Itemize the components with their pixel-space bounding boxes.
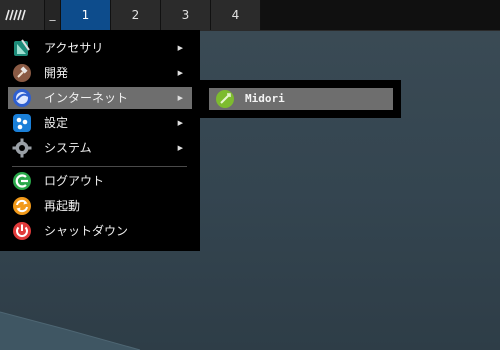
development-icon: [13, 64, 31, 82]
logout-icon: [13, 172, 31, 190]
application-menu: アクセサリ ▶ 開発 ▶ インターネット ▶ 設定 ▶ システム ▶ ログアウト…: [0, 30, 200, 251]
shutdown-icon: [13, 222, 31, 240]
submenu-arrow-icon: ▶: [177, 119, 183, 127]
submenu-item-label: Midori: [245, 92, 285, 105]
accessories-icon: [14, 39, 30, 56]
menu-item-label: システム: [44, 141, 92, 155]
midori-browser-icon: [216, 90, 234, 108]
menu-item-settings[interactable]: 設定 ▶: [8, 112, 192, 134]
menu-item-label: インターネット: [44, 91, 129, 105]
menu-item-label: アクセサリ: [44, 41, 104, 55]
internet-icon: [13, 89, 31, 107]
menu-item-accessories[interactable]: アクセサリ ▶: [8, 37, 192, 59]
menu-item-label: 再起動: [44, 199, 81, 213]
menu-item-logout[interactable]: ログアウト: [8, 170, 192, 192]
menu-item-label: 開発: [44, 66, 69, 80]
submenu-item-midori[interactable]: Midori: [209, 88, 393, 110]
menu-item-label: シャットダウン: [44, 224, 129, 238]
system-icon: [12, 138, 32, 158]
menu-item-shutdown[interactable]: シャットダウン: [8, 220, 192, 242]
menu-item-development[interactable]: 開発 ▶: [8, 62, 192, 84]
menu-item-label: 設定: [44, 116, 69, 130]
submenu-arrow-icon: ▶: [177, 44, 183, 52]
menu-item-label: ログアウト: [44, 174, 105, 188]
menu-item-system[interactable]: システム ▶: [8, 137, 192, 159]
workspace-2-button[interactable]: 2: [111, 0, 161, 30]
launcher-icon: [5, 9, 26, 21]
show-desktop-button[interactable]: _: [45, 0, 60, 30]
settings-icon: [13, 114, 31, 132]
menu-item-reboot[interactable]: 再起動: [8, 195, 192, 217]
menu-separator: [12, 166, 187, 167]
internet-submenu: Midori: [200, 80, 401, 118]
submenu-arrow-icon: ▶: [177, 144, 183, 152]
submenu-arrow-icon: ▶: [177, 69, 183, 77]
reboot-icon: [13, 197, 31, 215]
application-menu-button[interactable]: [0, 0, 45, 30]
workspace-1-button[interactable]: 1: [61, 0, 111, 30]
menu-item-internet[interactable]: インターネット ▶: [8, 87, 192, 109]
workspace-3-button[interactable]: 3: [161, 0, 211, 30]
taskbar: _ 1 2 3 4: [0, 0, 500, 31]
workspace-4-button[interactable]: 4: [211, 0, 261, 30]
submenu-arrow-icon: ▶: [177, 94, 183, 102]
